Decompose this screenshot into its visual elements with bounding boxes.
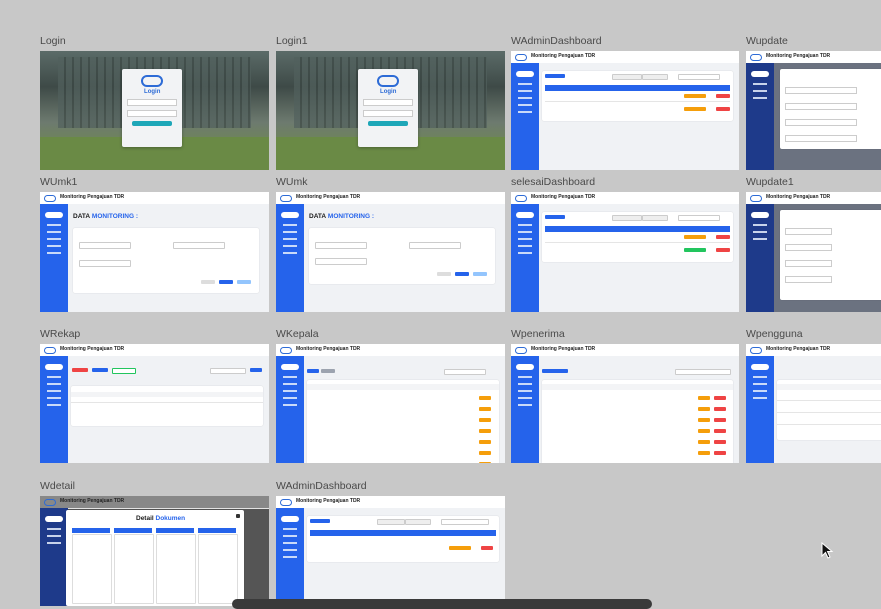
frame-label: WAdminDashboard bbox=[276, 480, 367, 492]
frame-thumbnail[interactable]: Monitoring Pengajuan TDR bbox=[746, 51, 881, 170]
frame-thumbnail[interactable]: Login bbox=[40, 51, 269, 170]
mouse-cursor-icon bbox=[821, 542, 834, 559]
frame-thumbnail[interactable]: Monitoring Pengajuan TDR Detail Dokumen bbox=[40, 496, 269, 606]
frame-thumbnail[interactable]: Login bbox=[276, 51, 505, 170]
logo-icon bbox=[377, 74, 400, 87]
frame-label: selesaiDashboard bbox=[511, 176, 596, 188]
frame-label: Wupdate bbox=[746, 35, 788, 47]
login-title: Login bbox=[144, 88, 161, 95]
frame-thumbnail[interactable]: Monitoring Pengajuan TDR bbox=[746, 192, 881, 312]
frame-label: WAdminDashboard bbox=[511, 35, 602, 47]
frame-label: WUmk bbox=[276, 176, 308, 188]
login-title: Login bbox=[380, 88, 397, 95]
frame-label: Wpenerima bbox=[511, 328, 565, 340]
frame-label: Wupdate1 bbox=[746, 176, 794, 188]
frame-label: Wdetail bbox=[40, 480, 76, 492]
frame-thumbnail[interactable]: Monitoring Pengajuan TDR bbox=[511, 192, 739, 312]
frame-label: Wpengguna bbox=[746, 328, 803, 340]
frame-thumbnail[interactable]: Monitoring Pengajuan TDR bbox=[746, 344, 881, 463]
logo-icon bbox=[141, 74, 164, 87]
frame-thumbnail[interactable]: Monitoring Pengajuan TDR bbox=[511, 51, 739, 170]
frame-thumbnail[interactable]: Monitoring Pengajuan TDR DATA MONITORING… bbox=[276, 192, 505, 312]
frame-label: WKepala bbox=[276, 328, 319, 340]
frame-thumbnail[interactable]: Monitoring Pengajuan TDR bbox=[276, 496, 505, 606]
frame-thumbnail[interactable]: Monitoring Pengajuan TDR bbox=[40, 344, 269, 463]
frame-label: Login1 bbox=[276, 35, 308, 47]
login-card: Login bbox=[122, 68, 182, 148]
frame-label: WRekap bbox=[40, 328, 81, 340]
frame-label: WUmk1 bbox=[40, 176, 78, 188]
bottom-toolbar[interactable] bbox=[232, 599, 652, 609]
login-card: Login bbox=[358, 68, 418, 148]
frame-thumbnail[interactable]: Monitoring Pengajuan TDR DATA MONITORING… bbox=[40, 192, 269, 312]
frame-thumbnail[interactable]: Monitoring Pengajuan TDR bbox=[276, 344, 505, 463]
frame-label: Login bbox=[40, 35, 66, 47]
frame-thumbnail[interactable]: Monitoring Pengajuan TDR bbox=[511, 344, 739, 463]
